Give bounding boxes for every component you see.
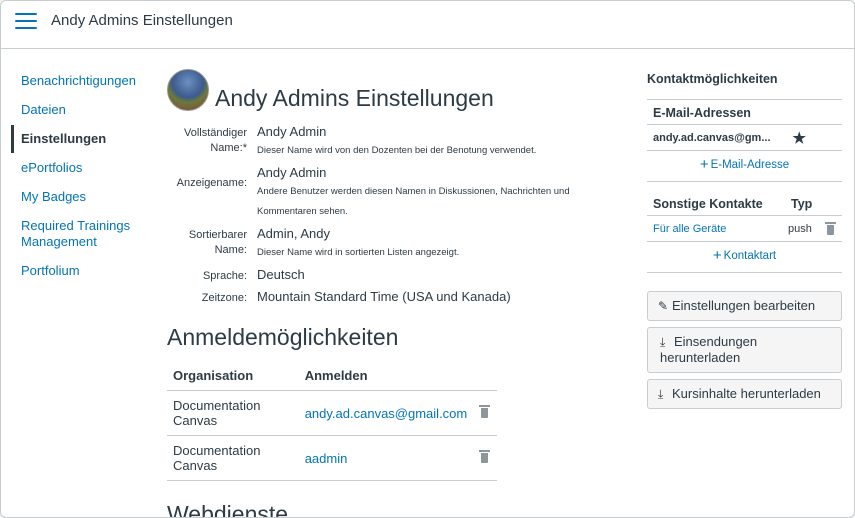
nav-item-eportfolios[interactable]: ePortfolios <box>11 154 151 182</box>
add-contact-label: Kontaktart <box>723 250 777 262</box>
table-row: Documentation Canvas aadmin <box>167 435 497 481</box>
display-name-hint: Andere Benutzer werden diesen Namen in D… <box>257 186 570 217</box>
email-addresses-box: E-Mail-Adressen andy.ad.canvas@gm... ★ +… <box>647 99 842 182</box>
timezone-value: Mountain Standard Time (USA und Kanada) <box>257 289 511 304</box>
nav-item-my-badges[interactable]: My Badges <box>11 183 151 211</box>
edit-settings-label: Einstellungen bearbeiten <box>672 298 816 313</box>
sortable-name-label: Sortierbarer Name: <box>188 229 247 256</box>
sortable-name-value: Admin, Andy <box>257 226 330 241</box>
download-icon: ⤓ <box>660 335 666 349</box>
other-contacts-heading: Sonstige Kontakte <box>653 197 763 211</box>
email-heading: E-Mail-Adressen <box>647 100 842 125</box>
pencil-icon: ✎ <box>658 299 669 313</box>
nav-item-notifications[interactable]: Benachrichtigungen <box>11 67 151 95</box>
language-row: Sprache: Deutsch <box>167 266 607 284</box>
download-submissions-label: Einsendungen herunterladen <box>660 334 758 365</box>
type-heading: Typ <box>791 197 813 211</box>
star-icon[interactable]: ★ <box>793 129 806 147</box>
list-item: Für alle Geräte push <box>647 216 842 242</box>
email-value: andy.ad.canvas@gm... <box>653 131 771 144</box>
table-row: Documentation Canvas andy.ad.canvas@gmai… <box>167 390 497 436</box>
download-course-button[interactable]: ⤓ Kursinhalte herunterladen <box>647 379 842 409</box>
download-course-label: Kursinhalte herunterladen <box>672 386 821 401</box>
other-contacts-box: Sonstige Kontakte Typ Für alle Geräte pu… <box>647 197 842 273</box>
table-header-row: Organisation Anmelden <box>167 361 497 391</box>
language-value: Deutsch <box>257 267 305 282</box>
top-bar: Andy Admins Einstellungen <box>1 1 854 49</box>
hamburger-menu-icon[interactable] <box>15 13 37 31</box>
download-icon: ⤓ <box>658 387 664 401</box>
full-name-hint: Dieser Name wird von den Dozenten bei de… <box>257 145 537 156</box>
contacts-sidebar: Kontaktmöglichkeiten E-Mail-Adressen and… <box>647 67 842 409</box>
display-name-label: Anzeigename: <box>176 177 247 189</box>
main-content: Andy Admins Einstellungen Vollständiger … <box>167 67 607 518</box>
column-header-organisation: Organisation <box>167 361 299 391</box>
sortable-name-row: Sortierbarer Name: Admin, Andy Dieser Na… <box>167 225 607 263</box>
display-name-value: Andy Admin <box>257 165 327 180</box>
login-organisation: Documentation Canvas <box>167 435 299 481</box>
full-name-value: Andy Admin <box>257 124 327 139</box>
logins-table: Organisation Anmelden Documentation Canv… <box>167 361 497 481</box>
login-link[interactable]: aadmin <box>298 435 474 481</box>
contact-name-link[interactable]: Für alle Geräte <box>653 223 788 235</box>
sortable-name-hint: Dieser Name wird in sortierten Listen an… <box>257 247 460 258</box>
timezone-label: Zeitzone: <box>201 292 247 304</box>
plus-icon: + <box>699 156 709 173</box>
contacts-title: Kontaktmöglichkeiten <box>647 72 778 86</box>
add-contact-button[interactable]: + Kontaktart <box>647 242 842 272</box>
nav-item-settings[interactable]: Einstellungen <box>11 125 151 153</box>
trash-icon[interactable] <box>479 450 491 463</box>
full-name-label: Vollständiger Name:* <box>184 127 247 154</box>
display-name-row: Anzeigename: Andy Admin Andere Benutzer … <box>167 164 607 222</box>
nav-item-portfolium[interactable]: Portfolium <box>11 257 151 285</box>
trash-icon[interactable] <box>479 405 491 418</box>
full-name-row: Vollständiger Name:* Andy Admin Dieser N… <box>167 123 607 161</box>
breadcrumb-title: Andy Admins Einstellungen <box>51 12 233 29</box>
settings-nav: Benachrichtigungen Dateien Einstellungen… <box>11 67 151 286</box>
language-label: Sprache: <box>202 270 247 282</box>
download-submissions-button[interactable]: ⤓ Einsendungen herunterladen <box>647 327 842 373</box>
webservices-section-title: Webdienste <box>167 501 289 518</box>
trash-icon[interactable] <box>825 222 836 235</box>
add-email-button[interactable]: + E-Mail-Adresse <box>647 151 842 181</box>
login-link[interactable]: andy.ad.canvas@gmail.com <box>298 390 474 436</box>
logins-section-title: Anmeldemöglichkeiten <box>167 324 399 350</box>
nav-item-files[interactable]: Dateien <box>11 96 151 124</box>
avatar[interactable] <box>167 69 209 111</box>
other-contacts-header: Sonstige Kontakte Typ <box>647 197 842 216</box>
edit-settings-button[interactable]: ✎ Einstellungen bearbeiten <box>647 291 842 321</box>
plus-icon: + <box>712 247 722 264</box>
app-window: Andy Admins Einstellungen Benachrichtigu… <box>0 0 855 518</box>
nav-item-required-trainings[interactable]: Required Trainings Management <box>11 212 151 256</box>
page-title: Andy Admins Einstellungen <box>215 85 494 111</box>
add-email-label: E-Mail-Adresse <box>710 159 790 171</box>
contact-type: push <box>788 222 812 235</box>
login-organisation: Documentation Canvas <box>167 390 299 436</box>
email-row: andy.ad.canvas@gm... ★ <box>647 125 842 151</box>
timezone-row: Zeitzone: Mountain Standard Time (USA un… <box>167 288 607 306</box>
profile-header: Andy Admins Einstellungen <box>167 67 607 117</box>
column-header-login: Anmelden <box>298 361 474 391</box>
